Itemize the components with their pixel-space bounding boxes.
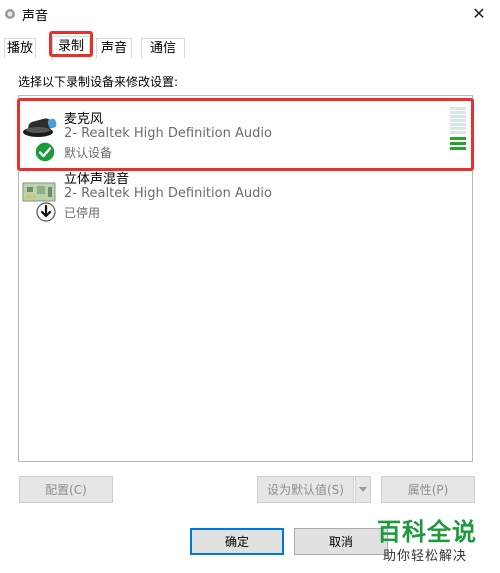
instruction-text: 选择以下录制设备来修改设置: [18, 75, 179, 89]
watermark-brand: 百科全说 [377, 518, 477, 546]
microphone-highlight-box [17, 98, 474, 171]
properties-button[interactable]: 属性(P) [381, 476, 475, 503]
watermark-slogan: 助你轻松解决 [383, 549, 468, 564]
tab-communications[interactable]: 通信 [141, 38, 185, 58]
window-title: 声音 [22, 9, 49, 24]
ok-button[interactable]: 确定 [190, 528, 284, 555]
close-icon: ✕ [472, 4, 486, 23]
close-button[interactable]: ✕ [466, 2, 492, 26]
tab-playback[interactable]: 播放 [4, 38, 36, 58]
device-item-stereo-mix[interactable]: 立体声混音 2- Realtek High Definition Audio 已… [20, 167, 471, 227]
configure-button[interactable]: 配置(C) [19, 476, 113, 503]
set-default-button[interactable]: 设为默认值(S) [257, 476, 354, 503]
tab-highlight-box [49, 31, 93, 57]
tab-sounds[interactable]: 声音 [96, 38, 132, 58]
title-bar: 声音 ✕ [0, 0, 500, 30]
speaker-icon [5, 9, 15, 19]
chevron-down-icon [359, 487, 367, 492]
device-status: 已停用 [64, 206, 101, 220]
arrow-down-icon [36, 202, 56, 222]
cancel-button[interactable]: 取消 [294, 528, 388, 555]
device-description: 2- Realtek High Definition Audio [64, 186, 272, 201]
set-default-dropdown[interactable] [355, 476, 371, 503]
device-name: 立体声混音 [64, 172, 130, 187]
